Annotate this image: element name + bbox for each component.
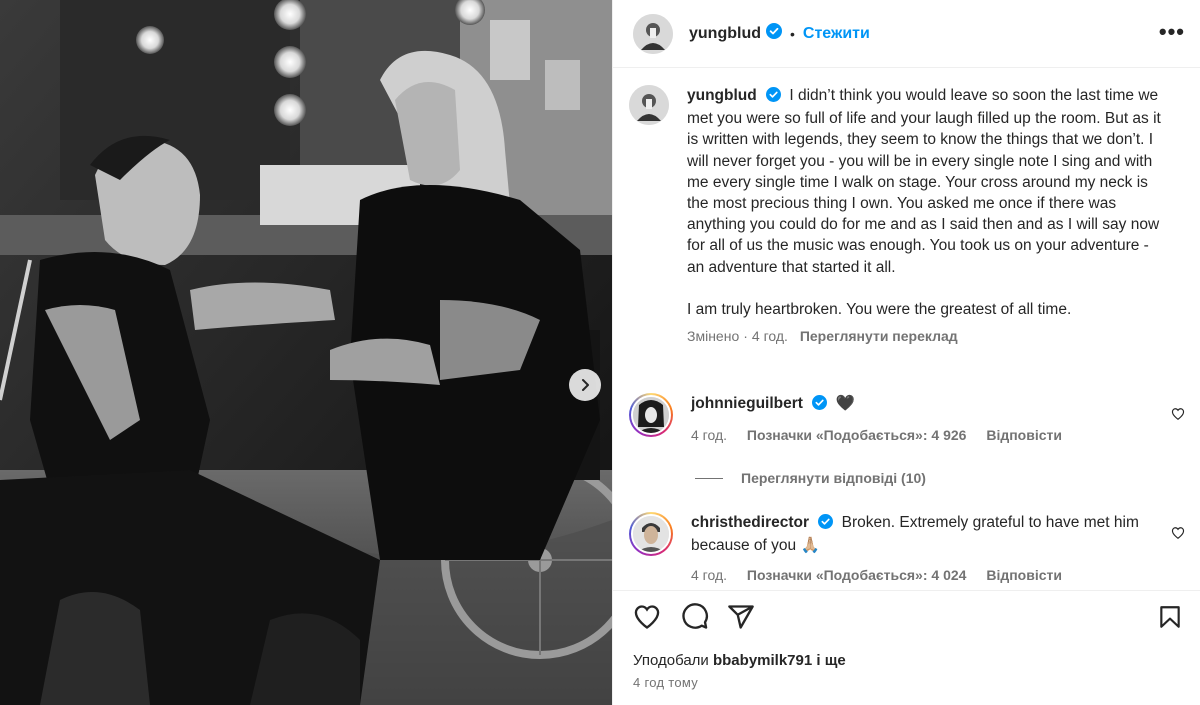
avatar-image <box>633 516 669 552</box>
comment-item: christhedirector Broken. Extremely grate… <box>629 512 1189 586</box>
heart-icon[interactable] <box>1171 407 1185 421</box>
comment-meta: 4 год. Позначки «Подобається»: 4 024 Від… <box>691 565 1151 586</box>
verified-badge-icon <box>818 514 834 535</box>
caption-text: I didn’t think you would leave so soon t… <box>687 87 1161 276</box>
comment-meta: 4 год. Позначки «Подобається»: 4 926 Від… <box>691 425 1151 446</box>
see-translation-link[interactable]: Переглянути переклад <box>800 328 958 344</box>
heart-icon[interactable] <box>1171 526 1185 540</box>
next-photo-button[interactable] <box>569 369 601 401</box>
caption-text-2: I am truly heartbroken. You were the gre… <box>687 300 1072 318</box>
comment-icon[interactable] <box>681 603 709 631</box>
reply-button[interactable]: Відповісти <box>986 567 1062 583</box>
comments-section[interactable]: yungblud I didn’t think you would leave … <box>613 69 1200 589</box>
author-username[interactable]: yungblud <box>689 25 761 43</box>
comment-username[interactable]: johnnieguilbert <box>691 395 803 412</box>
avatar-image <box>629 85 669 125</box>
bookmark-icon[interactable] <box>1157 603 1183 631</box>
verified-badge-icon <box>765 23 782 44</box>
post-caption: yungblud I didn’t think you would leave … <box>629 85 1189 347</box>
post-details-panel: yungblud • Стежити ••• yungblud I didn’t… <box>612 0 1200 705</box>
caption-username[interactable]: yungblud <box>687 87 757 104</box>
comment-likes[interactable]: Позначки «Подобається»: 4 024 <box>747 567 967 583</box>
chevron-right-icon <box>582 379 589 391</box>
post-header: yungblud • Стежити ••• <box>613 0 1200 68</box>
commenter-avatar[interactable] <box>629 512 673 556</box>
replies-divider <box>695 477 723 479</box>
liked-by-user[interactable]: bbabymilk791 <box>713 652 812 669</box>
commenter-avatar[interactable] <box>629 393 673 437</box>
avatar-image <box>633 13 673 54</box>
post-time: 4 год тому <box>633 675 699 690</box>
follow-button[interactable]: Стежити <box>803 25 870 43</box>
liked-by-prefix: Уподобали <box>633 652 709 669</box>
comment-text: 🖤 <box>835 395 855 412</box>
separator-dot: • <box>789 25 795 42</box>
view-replies-button[interactable]: Переглянути відповіді (10) <box>695 470 926 486</box>
verified-badge-icon <box>812 395 828 416</box>
verified-badge-icon <box>766 87 782 108</box>
liked-by-others[interactable]: і ще <box>816 652 845 669</box>
comment-time: 4 год. <box>691 427 728 443</box>
liked-by: Уподобали bbabymilk791 і ще <box>633 652 846 669</box>
comment-username[interactable]: christhedirector <box>691 514 809 531</box>
post-actions: Уподобали bbabymilk791 і ще 4 год тому <box>613 590 1200 705</box>
comment-likes[interactable]: Позначки «Подобається»: 4 926 <box>747 427 967 443</box>
comment-item: johnnieguilbert 🖤 4 год. Позначки «Подоб… <box>629 393 1189 446</box>
post-photo[interactable] <box>0 0 612 705</box>
author-avatar[interactable] <box>633 13 673 54</box>
caption-time: 4 год. <box>751 328 788 345</box>
edited-label: Змінено <box>687 328 740 345</box>
caption-meta: Змінено · 4 год. Переглянути переклад <box>687 328 958 345</box>
post-image <box>0 0 612 705</box>
reply-button[interactable]: Відповісти <box>986 427 1062 443</box>
comment-time: 4 год. <box>691 567 728 583</box>
caption-avatar[interactable] <box>629 85 669 125</box>
share-icon[interactable] <box>727 603 755 631</box>
avatar-image <box>633 397 669 433</box>
view-replies-label: Переглянути відповіді (10) <box>741 470 926 486</box>
caption-text-block: yungblud I didn’t think you would leave … <box>687 85 1167 278</box>
more-options-icon[interactable]: ••• <box>1159 21 1185 43</box>
heart-icon[interactable] <box>633 603 661 631</box>
